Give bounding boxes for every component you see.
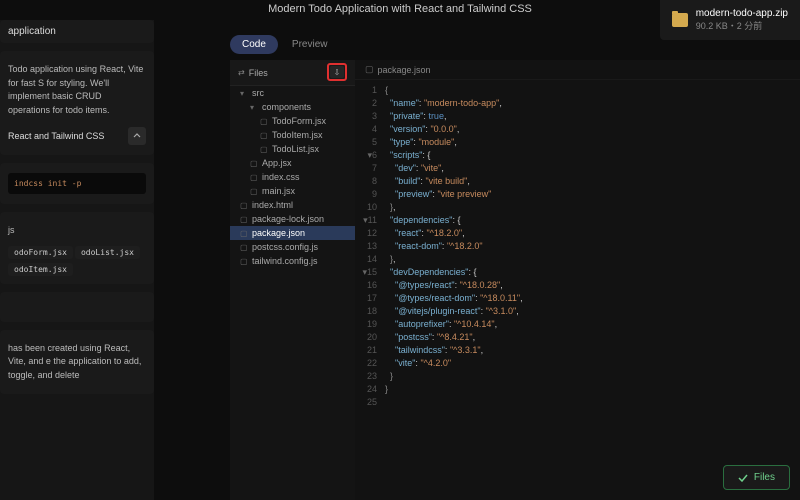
tab-preview[interactable]: Preview [280, 35, 340, 54]
tree-item-label: App.jsx [262, 158, 292, 168]
main-area: Code Preview ⇄ Files ⇩ ▾ src ▾ components ▢ T… [230, 35, 800, 500]
view-tabs: Code Preview [230, 35, 800, 54]
file-tag: odoForm.jsx [8, 246, 73, 259]
file-icon: ▢ [365, 64, 374, 75]
tree-item[interactable]: ▢ TodoItem.jsx [230, 128, 355, 142]
code-editor: ▢ package.json 12345▾678910▾11121314▾151… [355, 60, 800, 500]
file-icon: ▢ [240, 243, 248, 252]
tree-item[interactable]: ▢ tailwind.config.js [230, 254, 355, 268]
tree-item[interactable]: ▢ App.jsx [230, 156, 355, 170]
notification-meta: 90.2 KB・2 分前 [696, 19, 788, 32]
tree-item[interactable]: ▢ main.jsx [230, 184, 355, 198]
tree-item[interactable]: ▾ src [230, 86, 355, 100]
sidebar-description: Todo application using React, Vite for f… [8, 57, 146, 123]
notification-filename: modern-todo-app.zip [696, 8, 788, 19]
tree-item[interactable]: ▢ package-lock.json [230, 212, 355, 226]
sidebar-sub-title: React and Tailwind CSS [8, 131, 104, 141]
folder-open-icon: ▾ [250, 103, 258, 112]
file-tags: odoForm.jsxodoList.jsxodoItem.jsx [8, 244, 146, 278]
tree-item-label: main.jsx [262, 186, 295, 196]
tab-code[interactable]: Code [230, 35, 278, 54]
code-content: { "name": "modern-todo-app", "private": … [385, 84, 800, 409]
file-tree-header: ⇄ Files ⇩ [230, 60, 355, 86]
notification-text: modern-todo-app.zip 90.2 KB・2 分前 [696, 8, 788, 32]
tree-item[interactable]: ▢ index.css [230, 170, 355, 184]
open-file-name: package.json [378, 65, 431, 75]
file-icon: ▢ [240, 257, 248, 266]
file-icon: ▢ [250, 187, 258, 196]
download-icon: ⇩ [330, 66, 344, 78]
file-icon: ▢ [240, 229, 248, 238]
line-gutter: 12345▾678910▾11121314▾151617181920212223… [355, 84, 385, 409]
sidebar-footer: has been created using React, Vite, and … [8, 336, 146, 389]
code-snippet: indcss init -p [8, 173, 146, 194]
file-tag: odoList.jsx [75, 246, 140, 259]
tree-item-label: package-lock.json [252, 214, 324, 224]
tree-item[interactable]: ▢ TodoList.jsx [230, 142, 355, 156]
sidebar-header: application [8, 26, 146, 37]
tree-item[interactable]: ▢ postcss.config.js [230, 240, 355, 254]
ext-label: js [8, 218, 146, 244]
file-icon: ▢ [240, 215, 248, 224]
file-pane: ⇄ Files ⇩ ▾ src ▾ components ▢ TodoForm.jsx ▢ T… [230, 60, 800, 500]
file-tree: ⇄ Files ⇩ ▾ src ▾ components ▢ TodoForm.jsx ▢ T… [230, 60, 355, 500]
left-sidebar: application Todo application using React… [0, 20, 154, 500]
tree-item-label: tailwind.config.js [252, 256, 318, 266]
files-label: Files [249, 68, 268, 78]
tree-item-label: TodoItem.jsx [272, 130, 323, 140]
arrows-icon: ⇄ [238, 68, 245, 77]
file-icon: ▢ [260, 131, 268, 140]
file-icon: ▢ [260, 117, 268, 126]
editor-header: ▢ package.json [355, 60, 800, 80]
tree-item-label: postcss.config.js [252, 242, 318, 252]
file-icon: ▢ [250, 173, 258, 182]
tree-item[interactable]: ▢ TodoForm.jsx [230, 114, 355, 128]
tree-item-label: TodoForm.jsx [272, 116, 326, 126]
file-tag: odoItem.jsx [8, 263, 73, 276]
download-notification[interactable]: modern-todo-app.zip 90.2 KB・2 分前 [660, 0, 800, 40]
chevron-up-icon[interactable] [128, 127, 146, 145]
tree-item[interactable]: ▾ components [230, 100, 355, 114]
tree-item-label: index.html [252, 200, 293, 210]
editor-body[interactable]: 12345▾678910▾11121314▾151617181920212223… [355, 80, 800, 413]
folder-open-icon: ▾ [240, 89, 248, 98]
file-icon: ▢ [260, 145, 268, 154]
tree-item-label: index.css [262, 172, 300, 182]
download-button[interactable]: ⇩ [327, 63, 347, 81]
check-icon [738, 473, 748, 483]
tree-item[interactable]: ▢ index.html [230, 198, 355, 212]
tree-item-label: TodoList.jsx [272, 144, 319, 154]
toast-label: Files [754, 472, 775, 483]
status-toast[interactable]: Files [723, 465, 790, 490]
tree-item-label: package.json [252, 228, 305, 238]
tree-item-label: components [262, 102, 311, 112]
sidebar-sub-row[interactable]: React and Tailwind CSS [8, 123, 146, 149]
tree-item-label: src [252, 88, 264, 98]
file-icon: ▢ [250, 159, 258, 168]
folder-icon [672, 13, 688, 27]
file-icon: ▢ [240, 201, 248, 210]
tree-item[interactable]: ▢ package.json [230, 226, 355, 240]
